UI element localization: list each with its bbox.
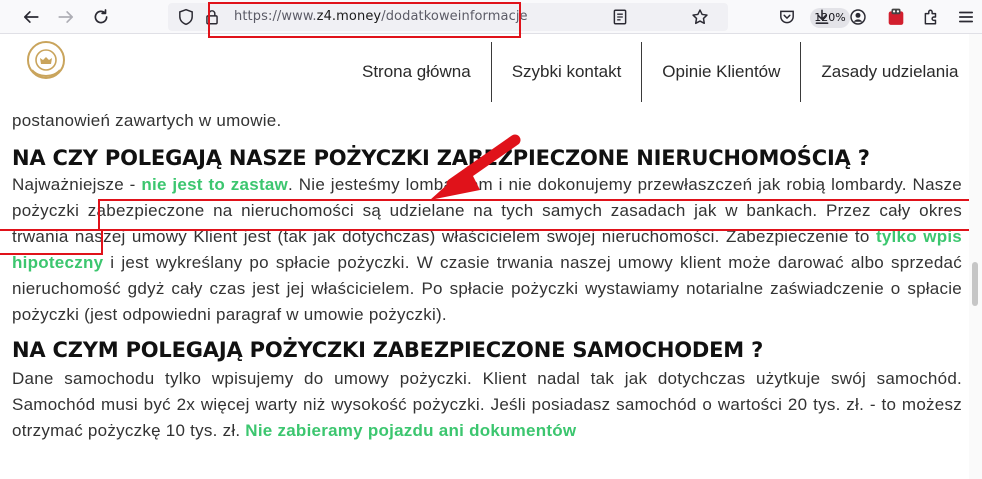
extension-badge-icon[interactable]	[884, 5, 908, 29]
sentence-annotation-box-line1	[98, 199, 982, 231]
shield-icon[interactable]	[174, 5, 198, 29]
lion-logo-icon[interactable]	[24, 40, 68, 84]
scrollbar-thumb[interactable]	[972, 262, 978, 306]
paragraph-text: i jest wykreślany po spłacie pożyczki. W…	[12, 253, 962, 324]
account-icon[interactable]	[846, 5, 870, 29]
nav-item-home[interactable]: Strona główna	[340, 42, 492, 102]
nav-item-quick-contact[interactable]: Szybki kontakt	[492, 42, 643, 102]
highlight-no-pledge: nie jest to zastaw	[141, 175, 289, 194]
paragraph-car: Dane samochodu tylko wpisujemy do umowy …	[12, 366, 962, 444]
site-header: Strona główna Szybki kontakt Opinie Klie…	[0, 34, 982, 106]
reload-icon[interactable]	[89, 5, 113, 29]
main-nav: Strona główna Szybki kontakt Opinie Klie…	[340, 42, 978, 102]
download-icon[interactable]	[810, 5, 834, 29]
paragraph-text: . Nie jesteśmy lombardem i nie dokonujem…	[288, 175, 907, 194]
annotation-arrow-icon	[430, 134, 521, 200]
intro-line: postanowień zawartych w umowie.	[12, 111, 282, 130]
extensions-icon[interactable]	[919, 5, 943, 29]
highlight-no-vehicle-taken: Nie zabieramy pojazdu ani dokumentów	[245, 421, 577, 440]
forward-arrow-icon[interactable]	[54, 5, 78, 29]
bookmark-star-icon[interactable]	[688, 5, 712, 29]
page-scrollbar[interactable]	[969, 34, 982, 479]
sentence-annotation-box-line2	[0, 229, 103, 255]
heading-car-loans: NA CZYM POLEGAJĄ POŻYCZKI ZABEZPIECZONE …	[12, 338, 764, 362]
back-arrow-icon[interactable]	[19, 5, 43, 29]
nav-item-reviews[interactable]: Opinie Klientów	[642, 42, 802, 102]
url-annotation-box	[208, 2, 521, 38]
menu-icon[interactable]	[954, 5, 978, 29]
nav-item-rules[interactable]: Zasady udzielania	[801, 42, 978, 102]
paragraph-text: Najważniejsze -	[12, 175, 142, 194]
reader-view-icon[interactable]	[608, 5, 632, 29]
pocket-icon[interactable]	[775, 5, 799, 29]
